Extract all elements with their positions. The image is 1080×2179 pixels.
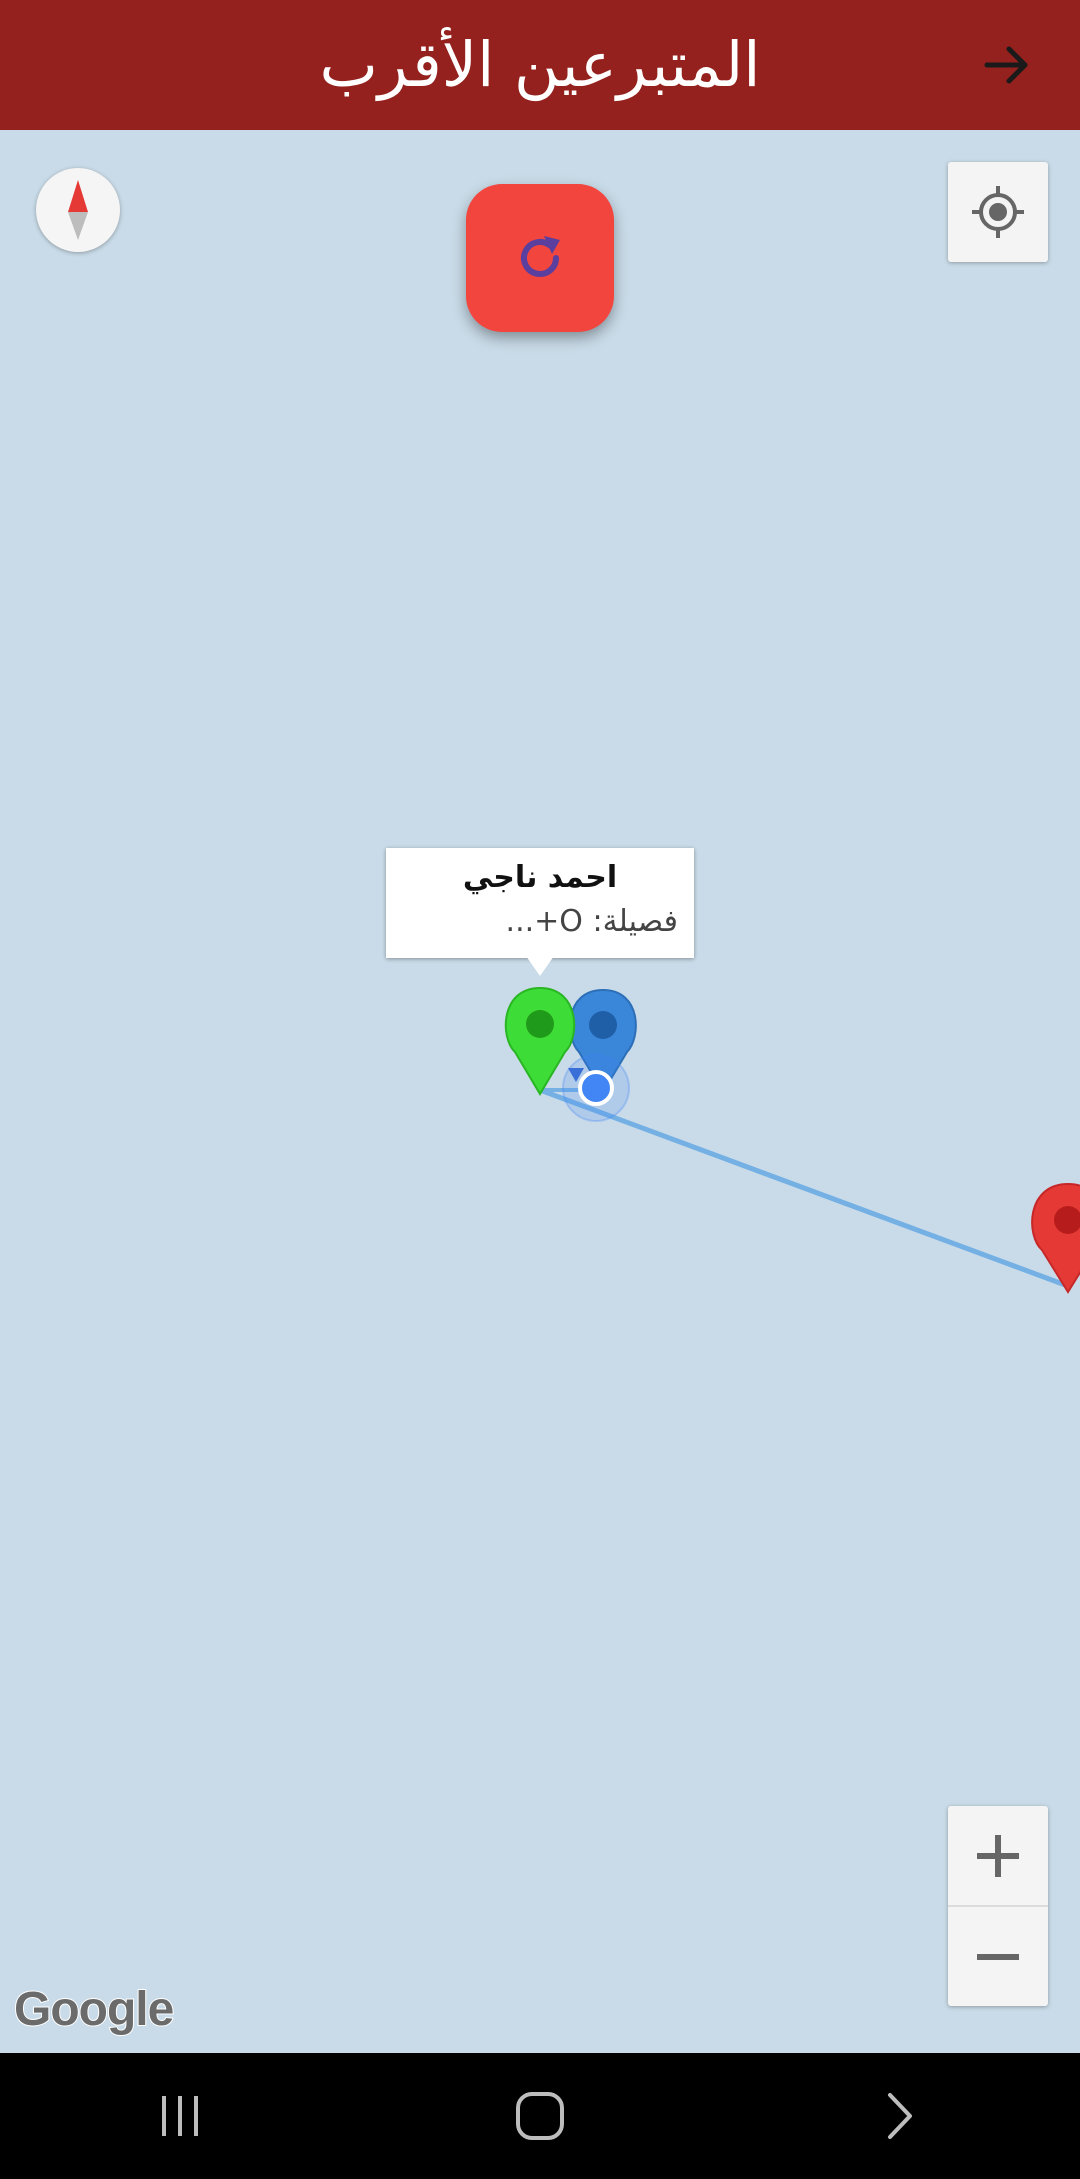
- marker-info-window[interactable]: احمد ناجي فصيلة: O+...: [386, 848, 694, 958]
- app-root: المتبرعين الأقرب احمد ناجي فصيلة: O+... …: [0, 0, 1080, 2179]
- system-back-button[interactable]: [840, 2066, 960, 2166]
- my-location-button[interactable]: [948, 162, 1048, 262]
- map-overlay: [504, 986, 1080, 1294]
- recents-icon: [162, 2096, 198, 2136]
- zoom-controls: [948, 1806, 1048, 2006]
- route-line: [539, 1087, 1069, 1289]
- plus-icon: [977, 1834, 1019, 1877]
- system-navigation-bar: [0, 2053, 1080, 2179]
- zoom-in-button[interactable]: [948, 1806, 1048, 1905]
- current-location-dot: [562, 1054, 630, 1122]
- page-title: المتبرعين الأقرب: [319, 28, 761, 101]
- back-button[interactable]: [972, 30, 1042, 100]
- home-icon: [516, 2092, 564, 2140]
- map-view[interactable]: احمد ناجي فصيلة: O+... Google: [0, 130, 1080, 2053]
- arrow-right-icon: [984, 46, 1028, 84]
- compass-button[interactable]: [36, 168, 120, 252]
- refresh-icon: [521, 236, 560, 277]
- home-button[interactable]: [480, 2066, 600, 2166]
- compass-icon: [68, 180, 88, 240]
- donor-name: احمد ناجي: [462, 860, 618, 895]
- my-location-icon: [972, 186, 1024, 238]
- recents-button[interactable]: [120, 2066, 240, 2166]
- info-window-pointer: [526, 956, 554, 976]
- chevron-right-icon: [888, 2093, 912, 2139]
- refresh-button[interactable]: [466, 184, 614, 332]
- zoom-out-button[interactable]: [948, 1907, 1048, 2006]
- app-bar: المتبرعين الأقرب: [0, 0, 1080, 130]
- donor-blood-type: فصيلة: O+...: [505, 904, 678, 939]
- google-attribution-logo: Google: [13, 1982, 175, 2037]
- minus-icon: [977, 1953, 1019, 1960]
